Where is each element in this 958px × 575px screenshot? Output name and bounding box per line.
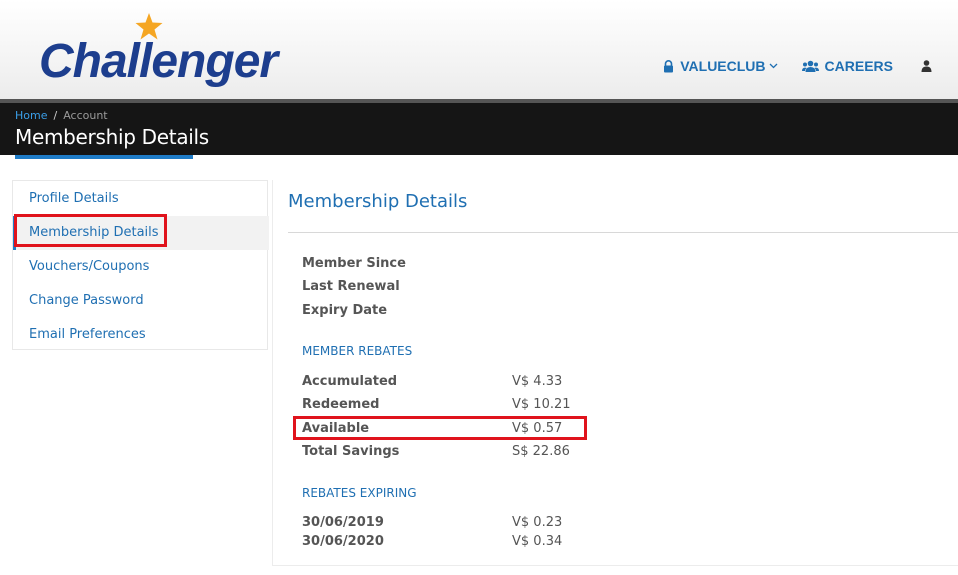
page-title-bar: Home / Account Membership Details	[0, 99, 958, 155]
logo-text: Challenger	[39, 35, 278, 88]
panel-title: Membership Details	[288, 191, 468, 212]
sidebar-item-label: Profile Details	[29, 191, 119, 206]
row-label: Member Since	[302, 256, 406, 271]
sidebar-item-label: Membership Details	[29, 225, 159, 240]
breadcrumb-separator: /	[53, 109, 58, 122]
site-header: Challenger VALUECLUB CAREERS	[0, 0, 958, 100]
sidebar-item-profile-details[interactable]: Profile Details	[13, 182, 269, 216]
careers-label: CAREERS	[824, 58, 893, 74]
sidebar-item-label: Change Password	[29, 293, 144, 308]
row-label: 30/06/2019	[302, 515, 384, 530]
row-value: V$ 0.23	[512, 515, 563, 530]
breadcrumb-current: Account	[63, 109, 108, 122]
valueclub-menu[interactable]: VALUECLUB	[663, 58, 777, 74]
account-sidebar: Profile Details Membership Details Vouch…	[12, 180, 269, 352]
challenger-logo[interactable]: Challenger	[36, 12, 278, 92]
user-icon	[921, 60, 932, 72]
top-nav: VALUECLUB CAREERS	[639, 58, 938, 74]
lock-icon	[664, 59, 674, 72]
breadcrumb: Home / Account	[15, 109, 108, 122]
row-value: V$ 0.34	[512, 534, 563, 549]
sidebar-item-email-preferences[interactable]: Email Preferences	[13, 318, 269, 352]
sidebar-item-membership-details[interactable]: Membership Details	[13, 216, 269, 250]
row-label: Redeemed	[302, 397, 380, 412]
title-underline	[15, 155, 193, 159]
row-value: S$ 22.86	[512, 444, 570, 459]
breadcrumb-home-link[interactable]: Home	[15, 109, 47, 122]
row-value: V$ 4.33	[512, 374, 563, 389]
row-label: Last Renewal	[302, 279, 400, 294]
row-value: V$ 0.57	[512, 421, 563, 436]
row-label: Available	[302, 421, 370, 436]
users-icon	[801, 60, 819, 72]
sidebar-item-label: Vouchers/Coupons	[29, 259, 150, 274]
row-label: Accumulated	[302, 374, 398, 389]
row-value: V$ 10.21	[512, 397, 571, 412]
chevron-down-icon	[769, 63, 777, 69]
row-label: Expiry Date	[302, 303, 388, 318]
sidebar-item-vouchers-coupons[interactable]: Vouchers/Coupons	[13, 250, 269, 284]
sidebar-item-change-password[interactable]: Change Password	[13, 284, 269, 318]
user-account-button[interactable]	[921, 60, 938, 72]
panel-divider	[288, 232, 958, 233]
rebates-expiring-heading: REBATES EXPIRING	[302, 486, 417, 500]
sidebar-item-label: Email Preferences	[29, 327, 146, 342]
member-rebates-heading: MEMBER REBATES	[302, 344, 413, 358]
valueclub-label: VALUECLUB	[680, 58, 766, 74]
row-label: Total Savings	[302, 444, 400, 459]
membership-panel: Membership Details Member Since Last Ren…	[272, 180, 958, 566]
careers-link[interactable]: CAREERS	[801, 58, 893, 74]
row-label: 30/06/2020	[302, 534, 384, 549]
page-title: Membership Details	[15, 125, 209, 149]
